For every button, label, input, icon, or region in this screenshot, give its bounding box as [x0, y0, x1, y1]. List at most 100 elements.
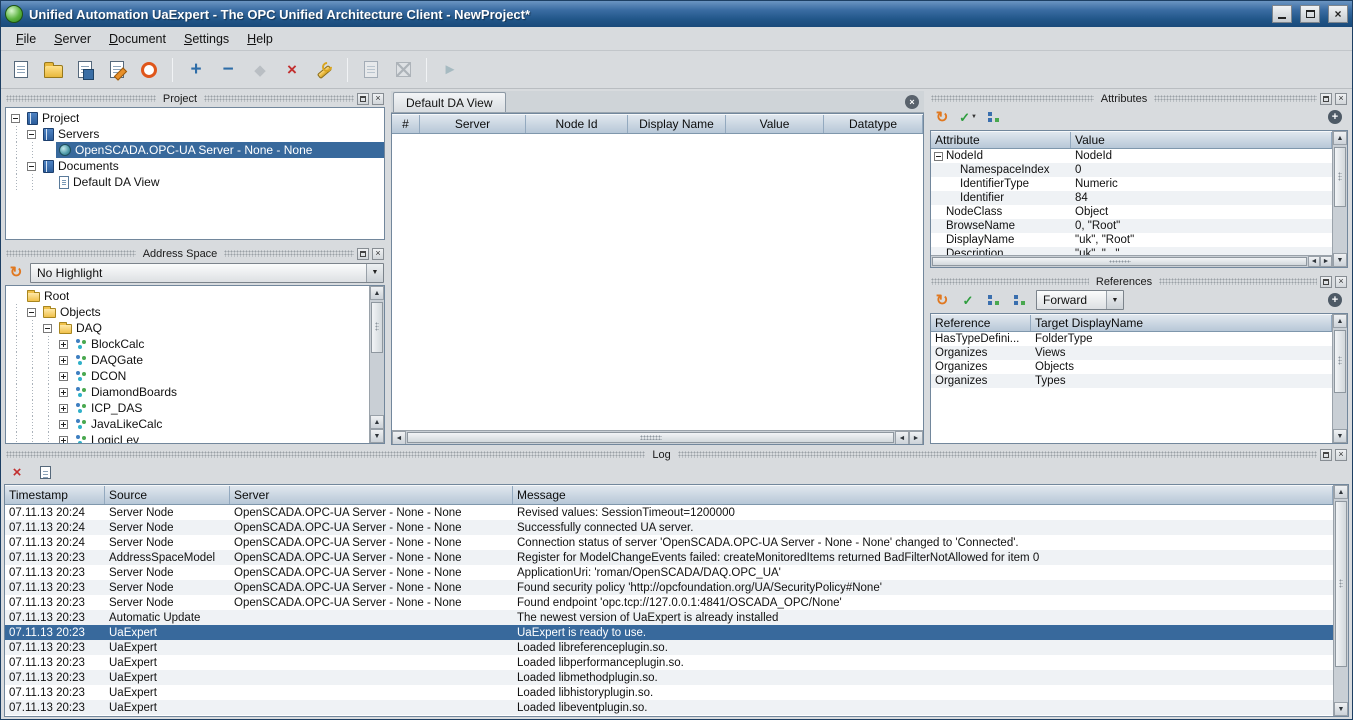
address-tree-item[interactable]: Objects	[9, 304, 369, 320]
log-row[interactable]: 07.11.13 20:23UaExpertLoaded libreferenc…	[5, 640, 1333, 655]
expand-panel-button[interactable]: +	[1325, 107, 1345, 127]
direction-combobox[interactable]: Forward ▼	[1036, 290, 1124, 310]
attributes-vertical-scrollbar[interactable]: ▲ ▼	[1332, 131, 1347, 267]
ref-col-reference[interactable]: Reference	[931, 315, 1031, 331]
scrollbar-track[interactable]	[1333, 145, 1347, 253]
server-properties-button[interactable]	[309, 55, 339, 85]
log-row[interactable]: 07.11.13 20:23Server NodeOpenSCADA.OPC-U…	[5, 595, 1333, 610]
attr-col-value[interactable]: Value	[1071, 132, 1332, 148]
expand-icon[interactable]	[59, 356, 68, 365]
scroll-right-button[interactable]: ►	[1320, 256, 1332, 267]
collapse-icon[interactable]	[934, 152, 943, 161]
tab-close-button[interactable]: ×	[905, 95, 919, 109]
scrollbar-thumb[interactable]	[407, 432, 894, 443]
project-tree-item[interactable]: OpenSCADA.OPC-UA Server - None - None	[9, 142, 384, 158]
attribute-row[interactable]: Identifier84	[931, 191, 1332, 205]
da-horizontal-scrollbar[interactable]: ◄ ◄ ►	[392, 430, 923, 444]
expand-icon[interactable]	[59, 436, 68, 444]
scroll-up-button[interactable]: ▲	[370, 286, 384, 300]
log-col-source[interactable]: Source	[105, 486, 230, 504]
menu-document[interactable]: Document	[100, 29, 175, 49]
da-col-value[interactable]: Value	[726, 115, 824, 133]
log-row[interactable]: 07.11.13 20:23Server NodeOpenSCADA.OPC-U…	[5, 565, 1333, 580]
scroll-left-button[interactable]: ◄	[392, 431, 406, 445]
expand-panel-button[interactable]: +	[1325, 290, 1345, 310]
attribute-row[interactable]: NodeIdNodeId	[931, 149, 1332, 163]
da-col-datatype[interactable]: Datatype	[824, 115, 923, 133]
float-panel-button[interactable]	[1320, 276, 1332, 288]
references-vertical-scrollbar[interactable]: ▲ ▼	[1332, 314, 1347, 443]
log-row[interactable]: 07.11.13 20:23AddressSpaceModelOpenSCADA…	[5, 550, 1333, 565]
scrollbar-track[interactable]	[931, 256, 1308, 267]
update-button[interactable]: ►	[435, 55, 465, 85]
ref-col-target[interactable]: Target DisplayName	[1031, 315, 1332, 331]
address-tree-item[interactable]: DCON	[9, 368, 369, 384]
expand-icon[interactable]	[59, 340, 68, 349]
scrollbar-track[interactable]	[370, 300, 384, 415]
address-tree-item[interactable]: DAQGate	[9, 352, 369, 368]
scrollbar-thumb[interactable]	[1335, 501, 1347, 667]
menu-file[interactable]: File	[7, 29, 45, 49]
float-panel-button[interactable]	[1320, 449, 1332, 461]
save-project-button[interactable]	[70, 55, 100, 85]
log-row[interactable]: 07.11.13 20:23Server NodeOpenSCADA.OPC-U…	[5, 580, 1333, 595]
scroll-up-button[interactable]: ▲	[1333, 314, 1347, 328]
attribute-row[interactable]: DisplayName"uk", "Root"	[931, 233, 1332, 247]
disconnect-server-button[interactable]	[134, 55, 164, 85]
window-close-button[interactable]: ×	[1328, 5, 1348, 23]
float-panel-button[interactable]	[357, 93, 369, 105]
address-tree-item[interactable]: DiamondBoards	[9, 384, 369, 400]
attributes-horizontal-scrollbar[interactable]: ◄ ►	[931, 255, 1332, 267]
auto-update-button[interactable]: ✓ ▼	[958, 107, 978, 127]
save-as-button[interactable]	[102, 55, 132, 85]
log-vertical-scrollbar[interactable]: ▲ ▼	[1333, 485, 1348, 716]
reference-row[interactable]: OrganizesTypes	[931, 374, 1332, 388]
remove-document-button[interactable]	[388, 55, 418, 85]
scroll-left-button[interactable]: ◄	[1308, 256, 1320, 267]
float-panel-button[interactable]	[1320, 93, 1332, 105]
address-tree-item[interactable]: BlockCalc	[9, 336, 369, 352]
expand-icon[interactable]	[59, 388, 68, 397]
attribute-row[interactable]: IdentifierTypeNumeric	[931, 177, 1332, 191]
float-panel-button[interactable]	[357, 248, 369, 260]
refresh-references-button[interactable]: ↻	[932, 290, 952, 310]
da-col-index[interactable]: #	[392, 115, 420, 133]
forward-hierarchy-button[interactable]	[984, 290, 1004, 310]
da-col-server[interactable]: Server	[420, 115, 526, 133]
log-row[interactable]: 07.11.13 20:23UaExpertLoaded libeventplu…	[5, 700, 1333, 715]
close-panel-button[interactable]: ×	[1335, 276, 1347, 288]
log-row[interactable]: 07.11.13 20:23UaExpertLoaded libperforma…	[5, 655, 1333, 670]
project-tree-item[interactable]: Project	[9, 110, 384, 126]
collapse-icon[interactable]	[27, 308, 36, 317]
scrollbar-thumb[interactable]	[932, 257, 1307, 266]
refresh-attributes-button[interactable]: ↻	[932, 107, 952, 127]
delete-server-button[interactable]: ×	[277, 55, 307, 85]
scroll-down-button[interactable]: ▼	[1334, 702, 1348, 716]
attribute-row[interactable]: NamespaceIndex0	[931, 163, 1332, 177]
close-panel-button[interactable]: ×	[372, 248, 384, 260]
minimize-button[interactable]	[1272, 5, 1292, 23]
tab-default-da-view[interactable]: Default DA View	[393, 92, 506, 112]
log-row[interactable]: 07.11.13 20:24Server NodeOpenSCADA.OPC-U…	[5, 520, 1333, 535]
reference-row[interactable]: HasTypeDefini...FolderType	[931, 332, 1332, 346]
log-row[interactable]: 07.11.13 20:23UaExpertUaExpert is ready …	[5, 625, 1333, 640]
reference-row[interactable]: OrganizesViews	[931, 346, 1332, 360]
scrollbar-thumb[interactable]	[371, 302, 383, 353]
log-col-timestamp[interactable]: Timestamp	[5, 486, 105, 504]
attr-col-attribute[interactable]: Attribute	[931, 132, 1071, 148]
close-panel-button[interactable]: ×	[372, 93, 384, 105]
new-project-button[interactable]	[6, 55, 36, 85]
expand-icon[interactable]	[59, 420, 68, 429]
open-project-button[interactable]	[38, 55, 68, 85]
expand-icon[interactable]	[59, 372, 68, 381]
project-tree-item[interactable]: Documents	[9, 158, 384, 174]
log-row[interactable]: 07.11.13 20:24Server NodeOpenSCADA.OPC-U…	[5, 535, 1333, 550]
da-table-body[interactable]	[392, 134, 923, 430]
add-server-button[interactable]: +	[181, 55, 211, 85]
scrollbar-track[interactable]	[1334, 499, 1348, 702]
titlebar[interactable]: Unified Automation UaExpert - The OPC Un…	[1, 1, 1352, 27]
menu-help[interactable]: Help	[238, 29, 282, 49]
auto-update-button[interactable]: ✓	[958, 290, 978, 310]
refresh-address-space-button[interactable]: ↻	[6, 263, 26, 283]
collapse-icon[interactable]	[11, 114, 20, 123]
